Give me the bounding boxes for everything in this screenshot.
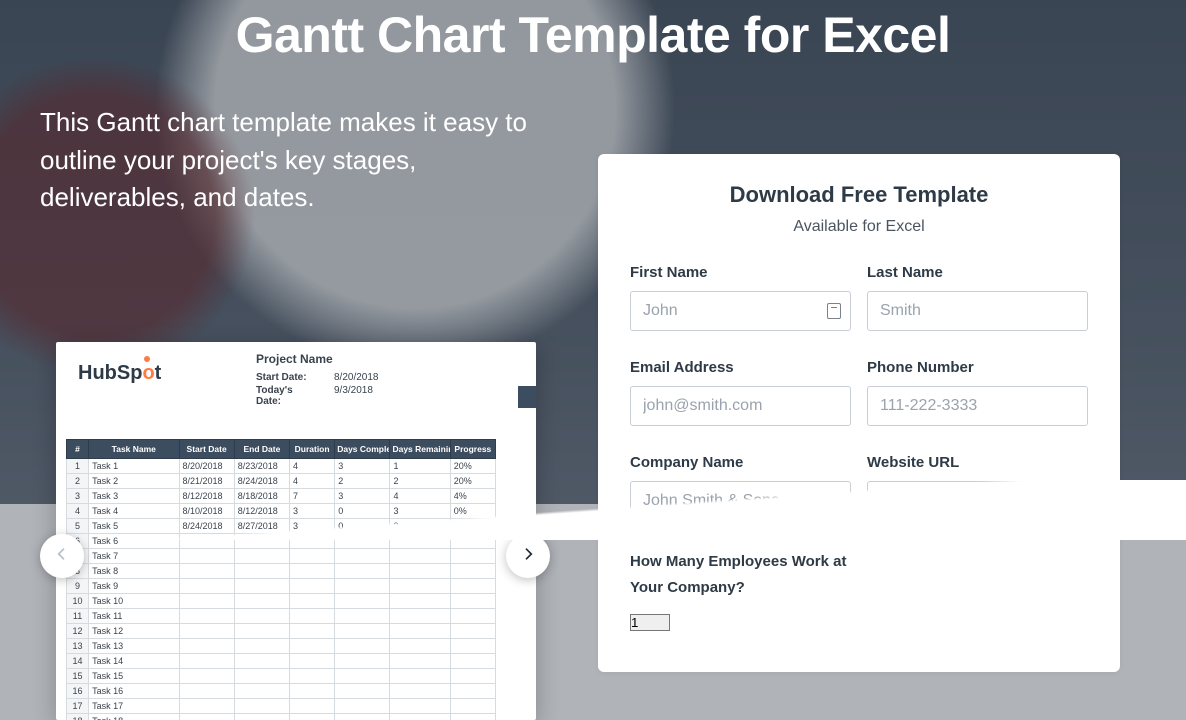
chevron-left-icon (54, 546, 70, 567)
project-meta: Project Name Start Date:8/20/2018 Today'… (256, 352, 379, 407)
table-row: 16Task 16 (67, 684, 496, 699)
download-form-card: Download Free Template Available for Exc… (598, 154, 1120, 672)
last-name-input[interactable] (867, 291, 1088, 331)
table-header: Start Date (179, 440, 234, 459)
table-row: 9Task 9 (67, 579, 496, 594)
table-row: 1Task 18/20/20188/23/201843120% (67, 459, 496, 474)
preview-table: #Task NameStart DateEnd DateDurationDays… (66, 439, 526, 720)
company-input[interactable] (630, 481, 851, 521)
hubspot-logo: HubSpot (78, 362, 161, 385)
table-header: # (67, 440, 89, 459)
form-heading: Download Free Template (630, 182, 1088, 208)
carousel-prev-button[interactable] (40, 534, 84, 578)
table-row: 14Task 14 (67, 654, 496, 669)
gantt-bar-strip (518, 386, 536, 408)
table-header: Task Name (89, 440, 179, 459)
autofill-icon (827, 303, 841, 319)
table-row: 5Task 58/24/20188/27/20183030% (67, 519, 496, 534)
table-header: Days Remaining (390, 440, 450, 459)
first-name-label: First Name (630, 264, 851, 281)
table-row: 18Task 18 (67, 714, 496, 720)
table-row: 2Task 28/21/20188/24/201842220% (67, 474, 496, 489)
table-header: Duration (290, 440, 335, 459)
first-name-input[interactable] (630, 291, 851, 331)
page-subtitle: This Gantt chart template makes it easy … (40, 104, 560, 217)
table-row: 12Task 12 (67, 624, 496, 639)
table-row: 15Task 15 (67, 669, 496, 684)
website-input[interactable] (867, 481, 1088, 521)
employees-question: How Many Employees Work at Your Company? (630, 549, 870, 600)
table-row: 11Task 11 (67, 609, 496, 624)
page-title: Gantt Chart Template for Excel (0, 6, 1186, 64)
email-input[interactable] (630, 386, 851, 426)
table-row: 8Task 8 (67, 564, 496, 579)
table-row: 7Task 7 (67, 549, 496, 564)
phone-input[interactable] (867, 386, 1088, 426)
project-name-label: Project Name (256, 352, 379, 366)
template-preview: HubSpot Project Name Start Date:8/20/201… (56, 342, 536, 720)
table-header: Days Complete (335, 440, 390, 459)
table-row: 10Task 10 (67, 594, 496, 609)
company-label: Company Name (630, 454, 851, 471)
table-header: Progress (450, 440, 495, 459)
table-row: 3Task 38/12/20188/18/20187344% (67, 489, 496, 504)
chevron-right-icon (520, 546, 536, 567)
last-name-label: Last Name (867, 264, 1088, 281)
website-label: Website URL (867, 454, 1088, 471)
table-row: 17Task 17 (67, 699, 496, 714)
email-label: Email Address (630, 359, 851, 376)
table-row: 6Task 6 (67, 534, 496, 549)
employees-select[interactable]: 1 (630, 614, 670, 631)
form-availability: Available for Excel (630, 218, 1088, 236)
phone-label: Phone Number (867, 359, 1088, 376)
hero-section: Gantt Chart Template for Excel This Gant… (0, 0, 1186, 720)
table-row: 4Task 48/10/20188/12/20183030% (67, 504, 496, 519)
table-row: 13Task 13 (67, 639, 496, 654)
table-header: End Date (234, 440, 289, 459)
carousel-next-button[interactable] (506, 534, 550, 578)
